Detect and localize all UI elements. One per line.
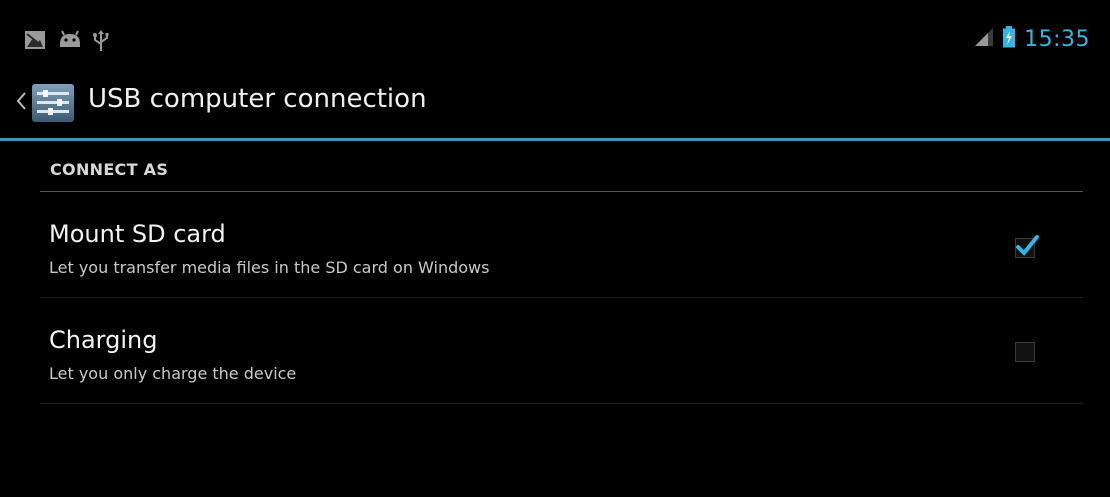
usb-icon [92,30,114,51]
checkmark-icon [1016,235,1039,256]
back-caret-icon[interactable] [14,90,28,112]
status-bar: 15:35 [0,0,1110,62]
page-title: USB computer connection [88,84,427,114]
notification-icons [24,30,114,51]
system-indicators: 15:35 [974,26,1090,52]
option-summary: Let you transfer media files in the SD c… [49,258,490,277]
option-charging[interactable]: Charging Let you only charge the device [40,298,1083,404]
status-clock: 15:35 [1024,26,1090,52]
action-bar: USB computer connection [0,62,1110,138]
action-bar-divider [0,138,1110,141]
mount-sd-card-checkbox[interactable] [1015,235,1039,258]
option-title: Charging [49,326,158,354]
battery-icon [1002,26,1016,52]
signal-icon [974,27,994,51]
section-header-connect-as: CONNECT AS [50,160,169,179]
option-mount-sd-card[interactable]: Mount SD card Let you transfer media fil… [40,192,1083,298]
charging-checkbox[interactable] [1015,342,1035,362]
image-notification-icon [24,30,46,50]
settings-app-icon[interactable] [30,80,76,126]
option-title: Mount SD card [49,220,226,248]
row-divider [40,403,1083,404]
android-debug-icon [58,30,80,50]
option-summary: Let you only charge the device [49,364,297,383]
